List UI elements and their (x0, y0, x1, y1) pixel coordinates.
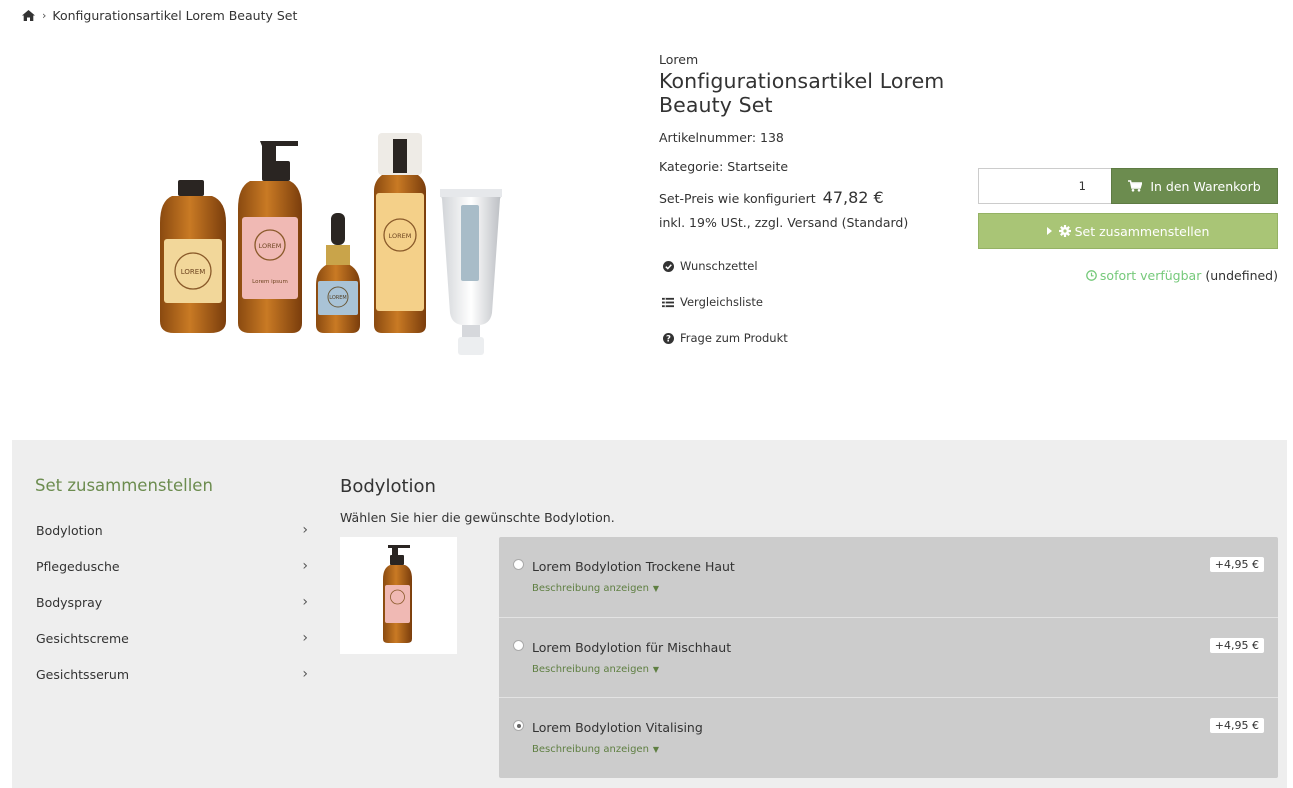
option-price-badge: +4,95 € (1209, 718, 1264, 733)
bottle-label-brand: LOREM (181, 268, 206, 276)
bottle-label-brand: LOREM (259, 242, 282, 250)
question-label: Frage zum Produkt (680, 331, 788, 345)
option-list: Lorem Bodylotion Trockene Haut Beschreib… (499, 537, 1278, 778)
sidebar-item-label: Bodyspray (36, 594, 103, 610)
caret-down-icon: ▼ (652, 664, 660, 674)
question-circle-icon: ? (662, 332, 674, 344)
bottle-label-brand: LOREM (389, 232, 412, 240)
breadcrumb-separator: › (42, 9, 47, 22)
availability-text: sofort verfügbar (1099, 268, 1202, 283)
caret-down-icon: ▼ (652, 584, 660, 593)
option-radio[interactable] (513, 559, 524, 570)
list-icon (662, 296, 674, 308)
selected-item-image (340, 537, 457, 654)
configure-set-label: Set zusammenstellen (1074, 223, 1210, 239)
article-number: Artikelnummer: 138 (659, 130, 784, 145)
configure-set-button[interactable]: Set zusammenstellen (978, 213, 1278, 249)
option-name: Lorem Bodylotion Trockene Haut (532, 559, 735, 574)
section-title: Bodylotion (340, 476, 436, 497)
cart-icon (1128, 180, 1143, 192)
option-price-badge: +4,95 € (1209, 557, 1264, 572)
option-item[interactable]: Lorem Bodylotion für Mischhaut Beschreib… (499, 618, 1278, 698)
configurator-sidebar: Bodylotion › Pflegedusche › Bodyspray › … (36, 512, 310, 692)
product-price: 47,82 € (822, 188, 884, 207)
breadcrumb-current: Konfigurationsartikel Lorem Beauty Set (52, 8, 298, 23)
caret-down-icon: ▼ (652, 745, 660, 754)
home-icon[interactable] (22, 10, 35, 21)
quantity-input[interactable] (978, 168, 1111, 204)
chevron-right-icon: › (302, 666, 308, 682)
price-label: Set-Preis wie konfiguriert (659, 191, 816, 206)
product-actions: Wunschzettel Vergleichsliste ? Frage zum… (659, 258, 979, 346)
show-description-label: Beschreibung anzeigen (532, 583, 649, 594)
option-item[interactable]: Lorem Bodylotion Vitalising Beschreibung… (499, 698, 1278, 779)
check-circle-icon (662, 260, 674, 272)
svg-text:?: ? (666, 334, 671, 343)
sidebar-item-label: Gesichtsserum (36, 666, 130, 682)
show-description-link[interactable]: Beschreibung anzeigen ▼ (532, 583, 659, 594)
chevron-right-icon: › (302, 558, 308, 574)
option-item[interactable]: Lorem Bodylotion Trockene Haut Beschreib… (499, 537, 1278, 618)
availability: sofort verfügbar (undefined) (978, 268, 1278, 283)
show-description-link[interactable]: Beschreibung anzeigen ▼ (532, 744, 659, 755)
compare-link[interactable]: Vergleichsliste (659, 294, 979, 310)
sidebar-item-label: Pflegedusche (36, 558, 120, 574)
set-configurator: Set zusammenstellen Bodylotion › Pfleged… (12, 440, 1287, 788)
quantity-row: In den Warenkorb (978, 168, 1278, 204)
gear-icon (1058, 225, 1071, 237)
question-link[interactable]: ? Frage zum Produkt (659, 330, 979, 346)
compare-label: Vergleichsliste (680, 295, 763, 309)
add-to-cart-label: In den Warenkorb (1150, 178, 1261, 194)
sidebar-item-gesichtscreme[interactable]: Gesichtscreme › (36, 620, 310, 656)
product-info: Lorem Konfigurationsartikel Lorem Beauty… (659, 52, 979, 366)
bottle-label-brand: LOREM (329, 295, 347, 301)
availability-status: sofort verfügbar (1086, 268, 1205, 283)
show-description-link[interactable]: Beschreibung anzeigen ▼ (532, 664, 659, 675)
product-category: Kategorie: Startseite (659, 159, 789, 174)
option-radio[interactable] (513, 720, 524, 731)
sidebar-item-label: Bodylotion (36, 522, 103, 538)
tax-info: inkl. 19% USt., zzgl. Versand (Standard) (659, 215, 909, 230)
clock-icon (1086, 270, 1097, 281)
option-name: Lorem Bodylotion für Mischhaut (532, 639, 732, 655)
product-title: Konfigurationsartikel Lorem Beauty Set (659, 69, 945, 117)
wishlist-label: Wunschzettel (680, 259, 758, 273)
sidebar-item-bodyspray[interactable]: Bodyspray › (36, 584, 310, 620)
show-description-label: Beschreibung anzeigen (532, 744, 649, 755)
bottle-label-sub: Lorem ipsum (252, 279, 288, 285)
configurator-sidebar-title: Set zusammenstellen (35, 476, 213, 495)
wishlist-link[interactable]: Wunschzettel (659, 258, 979, 274)
show-description-label: Beschreibung anzeigen (532, 663, 649, 675)
option-radio[interactable] (513, 639, 524, 651)
product-brand[interactable]: Lorem (659, 52, 979, 67)
product-image[interactable]: LOREM LOREM Lorem ipsum LOREM LOREM (150, 125, 510, 365)
chevron-right-icon: › (302, 522, 308, 538)
caret-right-icon (1046, 227, 1052, 235)
availability-extra: (undefined) (1205, 268, 1278, 283)
add-to-cart-button[interactable]: In den Warenkorb (1111, 168, 1278, 204)
breadcrumb: › Konfigurationsartikel Lorem Beauty Set (22, 8, 297, 23)
price-line: Set-Preis wie konfiguriert 47,82 € (659, 188, 979, 207)
buy-box: In den Warenkorb Set zusammenstellen sof… (978, 168, 1278, 283)
sidebar-item-label: Gesichtscreme (36, 630, 129, 646)
section-subtitle: Wählen Sie hier die gewünschte Bodylotio… (340, 510, 615, 525)
sidebar-item-gesichtsserum[interactable]: Gesichtsserum › (36, 656, 310, 692)
chevron-right-icon: › (302, 630, 308, 646)
option-name: Lorem Bodylotion Vitalising (532, 720, 703, 735)
sidebar-item-bodylotion[interactable]: Bodylotion › (36, 512, 310, 548)
option-price-badge: +4,95 € (1209, 637, 1264, 653)
chevron-right-icon: › (302, 594, 308, 610)
sidebar-item-pflegedusche[interactable]: Pflegedusche › (36, 548, 310, 584)
